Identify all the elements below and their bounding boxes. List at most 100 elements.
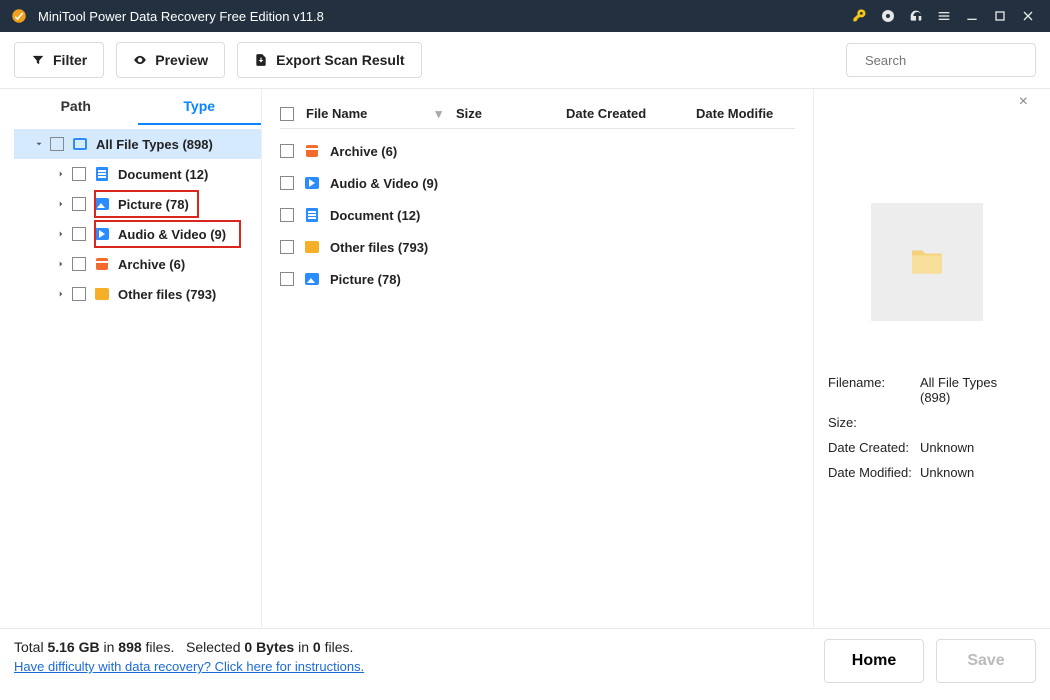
details-panel: × Filename:All File Types (898) Size: Da… xyxy=(814,89,1036,628)
list-item-label: Document (12) xyxy=(330,208,420,223)
archive-icon xyxy=(304,143,320,159)
upgrade-key-icon[interactable] xyxy=(846,0,874,32)
meta-key-created: Date Created: xyxy=(828,440,920,455)
minimize-button[interactable] xyxy=(958,0,986,32)
column-size[interactable]: Size xyxy=(456,106,566,121)
tree-root-label: All File Types (898) xyxy=(96,137,213,152)
chevron-right-icon[interactable] xyxy=(14,229,66,239)
file-list-panel: File Name ▾ Size Date Created Date Modif… xyxy=(262,89,814,628)
search-input[interactable] xyxy=(865,53,1041,68)
toolbar: Filter Preview Export Scan Result xyxy=(0,32,1050,89)
list-item[interactable]: Audio & Video (9) xyxy=(280,167,795,199)
tree-item-document[interactable]: Document (12) xyxy=(14,159,261,189)
list-item-label: Picture (78) xyxy=(330,272,401,287)
preview-thumbnail xyxy=(871,203,983,321)
audio-video-icon xyxy=(94,226,110,242)
meta-key-size: Size: xyxy=(828,415,920,430)
chevron-right-icon[interactable] xyxy=(14,169,66,179)
list-item-label: Audio & Video (9) xyxy=(330,176,438,191)
checkbox[interactable] xyxy=(280,144,294,158)
tab-type[interactable]: Type xyxy=(138,89,262,125)
chevron-right-icon[interactable] xyxy=(14,259,66,269)
type-tree: All File Types (898) Document (12) Pictu… xyxy=(14,125,261,309)
checkbox[interactable] xyxy=(72,197,86,211)
main-area: Path Type All File Types (898) Document … xyxy=(0,89,1050,628)
maximize-button[interactable] xyxy=(986,0,1014,32)
checkbox[interactable] xyxy=(72,257,86,271)
picture-icon xyxy=(94,196,110,212)
select-all-checkbox[interactable] xyxy=(280,107,294,121)
tree-item-label: Other files (793) xyxy=(118,287,216,302)
list-item[interactable]: Other files (793) xyxy=(280,231,795,263)
titlebar: MiniTool Power Data Recovery Free Editio… xyxy=(0,0,1050,32)
other-files-icon xyxy=(304,239,320,255)
tree-item-archive[interactable]: Archive (6) xyxy=(14,249,261,279)
search-box[interactable] xyxy=(846,43,1036,77)
save-button[interactable]: Save xyxy=(936,639,1036,683)
file-list: Archive (6) Audio & Video (9) Document (… xyxy=(280,129,795,295)
audio-video-icon xyxy=(304,175,320,191)
disc-icon[interactable] xyxy=(874,0,902,32)
tree-item-label: Audio & Video (9) xyxy=(118,227,226,242)
picture-icon xyxy=(304,271,320,287)
checkbox[interactable] xyxy=(280,208,294,222)
checkbox[interactable] xyxy=(280,240,294,254)
checkbox[interactable] xyxy=(280,272,294,286)
filter-icon xyxy=(31,53,45,67)
meta-key-filename: Filename: xyxy=(828,375,920,405)
filter-label: Filter xyxy=(53,52,87,68)
tree-root-all-types[interactable]: All File Types (898) xyxy=(14,129,261,159)
other-files-icon xyxy=(94,286,110,302)
meta-val-size xyxy=(920,415,1026,430)
list-item[interactable]: Archive (6) xyxy=(280,135,795,167)
export-icon xyxy=(254,53,268,67)
sort-caret-icon: ▾ xyxy=(435,106,442,122)
chevron-down-icon[interactable] xyxy=(14,139,44,149)
export-label: Export Scan Result xyxy=(276,52,404,68)
tree-item-other[interactable]: Other files (793) xyxy=(14,279,261,309)
close-panel-icon[interactable]: × xyxy=(1019,93,1028,111)
export-button[interactable]: Export Scan Result xyxy=(237,42,421,78)
column-date-created[interactable]: Date Created xyxy=(566,106,696,121)
checkbox[interactable] xyxy=(72,287,86,301)
menu-icon[interactable] xyxy=(930,0,958,32)
close-button[interactable] xyxy=(1014,0,1042,32)
filter-button[interactable]: Filter xyxy=(14,42,104,78)
app-logo-icon xyxy=(10,7,28,25)
status-text: Total 5.16 GB in 898 files. Selected 0 B… xyxy=(14,639,364,655)
tree-item-audio-video[interactable]: Audio & Video (9) xyxy=(14,219,261,249)
folder-icon xyxy=(907,242,947,282)
left-tabs: Path Type xyxy=(14,89,261,125)
meta-key-modified: Date Modified: xyxy=(828,465,920,480)
footer: Total 5.16 GB in 898 files. Selected 0 B… xyxy=(0,628,1050,700)
list-item-label: Other files (793) xyxy=(330,240,428,255)
help-link[interactable]: Have difficulty with data recovery? Clic… xyxy=(14,659,364,674)
preview-button[interactable]: Preview xyxy=(116,42,225,78)
checkbox[interactable] xyxy=(72,227,86,241)
column-date-modified[interactable]: Date Modifie xyxy=(696,106,795,121)
meta-val-filename: All File Types (898) xyxy=(920,375,1026,405)
eye-icon xyxy=(133,53,147,67)
monitor-icon xyxy=(72,136,88,152)
document-icon xyxy=(94,166,110,182)
app-title: MiniTool Power Data Recovery Free Editio… xyxy=(38,9,846,24)
checkbox[interactable] xyxy=(72,167,86,181)
chevron-right-icon[interactable] xyxy=(14,199,66,209)
column-filename[interactable]: File Name ▾ xyxy=(306,106,456,122)
tree-item-label: Picture (78) xyxy=(118,197,189,212)
tab-path[interactable]: Path xyxy=(14,89,138,125)
tree-item-label: Archive (6) xyxy=(118,257,185,272)
support-icon[interactable] xyxy=(902,0,930,32)
preview-label: Preview xyxy=(155,52,208,68)
table-header: File Name ▾ Size Date Created Date Modif… xyxy=(280,99,795,129)
home-button[interactable]: Home xyxy=(824,639,924,683)
meta-val-created: Unknown xyxy=(920,440,1026,455)
list-item[interactable]: Document (12) xyxy=(280,199,795,231)
file-metadata: Filename:All File Types (898) Size: Date… xyxy=(828,375,1026,480)
checkbox[interactable] xyxy=(280,176,294,190)
list-item[interactable]: Picture (78) xyxy=(280,263,795,295)
checkbox[interactable] xyxy=(50,137,64,151)
chevron-right-icon[interactable] xyxy=(14,289,66,299)
tree-item-label: Document (12) xyxy=(118,167,208,182)
tree-item-picture[interactable]: Picture (78) xyxy=(14,189,261,219)
